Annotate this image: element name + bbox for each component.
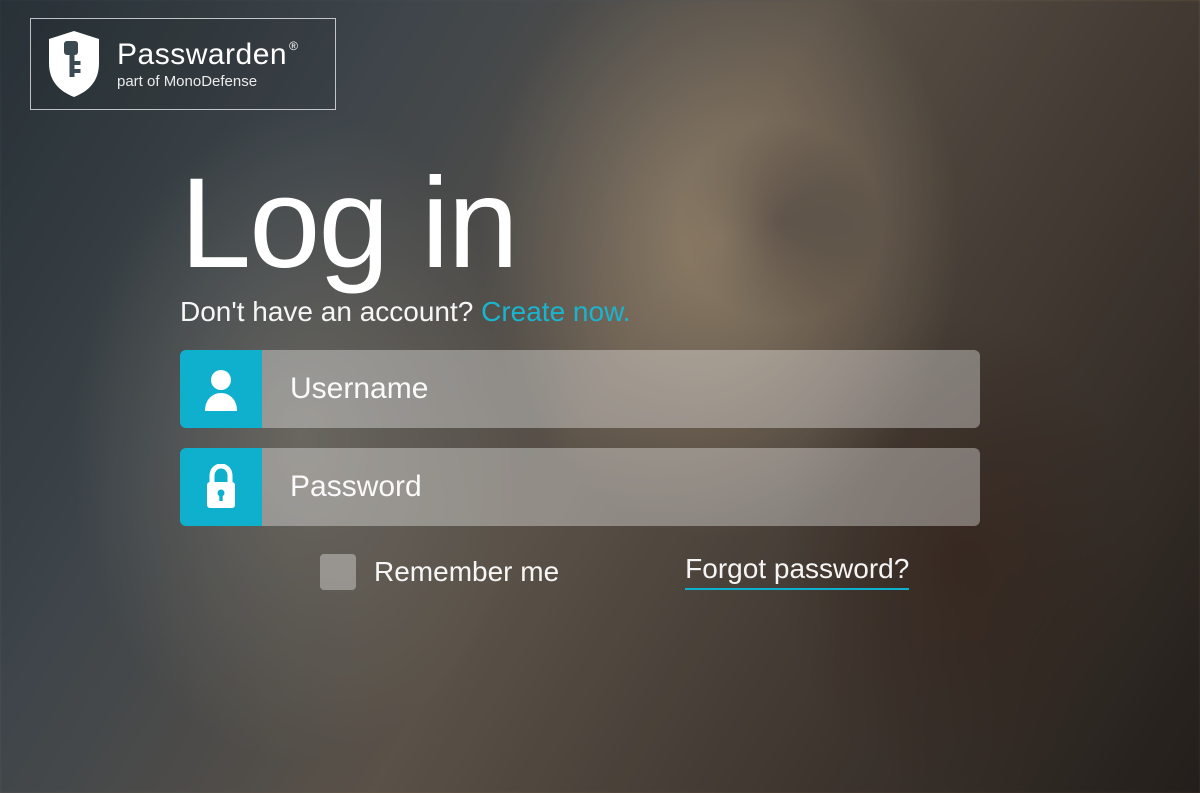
page-title: Log in <box>180 160 980 288</box>
remember-me-label[interactable]: Remember me <box>374 556 559 588</box>
forgot-password-link[interactable]: Forgot password? <box>685 554 909 590</box>
brand-logo-box: Passwarden part of MonoDefense <box>30 18 336 110</box>
password-row <box>180 448 980 526</box>
helper-row: Remember me Forgot password? <box>180 554 980 590</box>
username-input[interactable] <box>262 350 980 428</box>
brand-tagline: part of MonoDefense <box>117 73 287 90</box>
create-account-link[interactable]: Create now. <box>481 296 630 327</box>
brand-name: Passwarden <box>117 38 287 71</box>
lock-icon <box>203 464 239 510</box>
shield-key-icon <box>45 29 103 99</box>
person-icon <box>201 367 241 411</box>
password-icon-box <box>180 448 262 526</box>
username-row <box>180 350 980 428</box>
login-form: Log in Don't have an account? Create now… <box>180 160 980 590</box>
username-icon-box <box>180 350 262 428</box>
remember-me-checkbox[interactable] <box>320 554 356 590</box>
password-input[interactable] <box>262 448 980 526</box>
signup-prompt: Don't have an account? Create now. <box>180 296 980 328</box>
brand-text: Passwarden part of MonoDefense <box>117 38 287 90</box>
no-account-text: Don't have an account? <box>180 296 481 327</box>
